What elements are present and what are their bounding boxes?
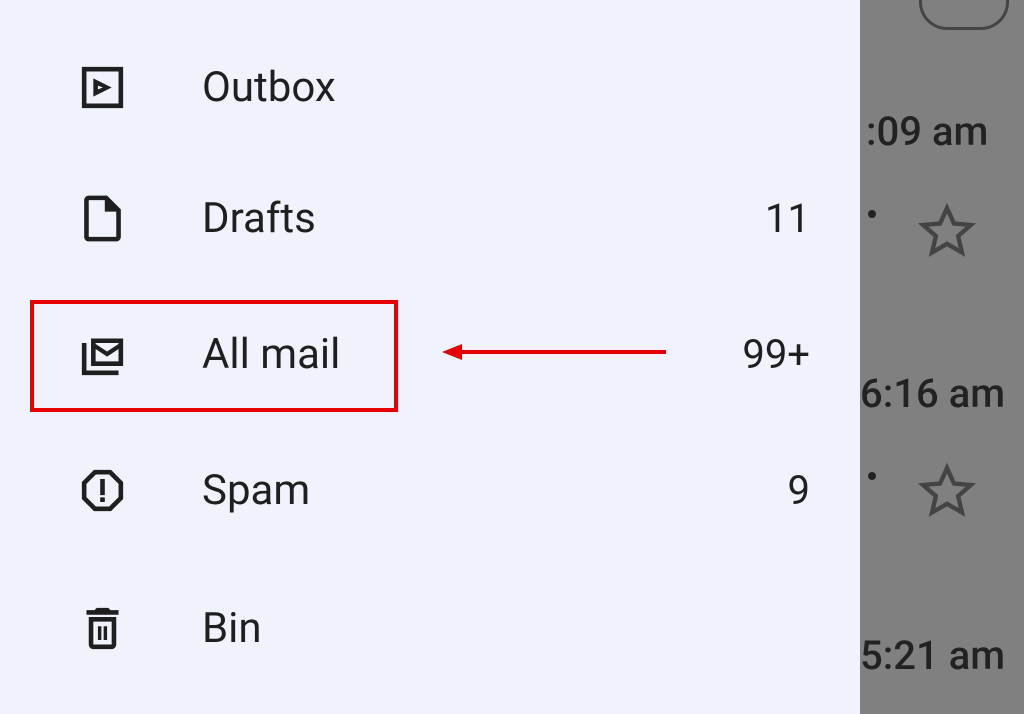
all-mail-icon xyxy=(75,327,130,382)
email-time-1: :09 am xyxy=(866,108,988,155)
dot xyxy=(868,472,876,480)
sidebar-item-all-mail[interactable]: All mail 99+ xyxy=(0,298,860,410)
drafts-icon xyxy=(75,191,130,246)
navigation-sidebar: Outbox Drafts 11 All mail 99+ Spam 9 Bin xyxy=(0,0,860,714)
sidebar-item-count: 11 xyxy=(765,195,810,242)
sidebar-item-label: All mail xyxy=(202,330,742,379)
dimmed-background: :09 am 6:16 am 5:21 am xyxy=(860,0,1024,714)
button-fragment xyxy=(919,0,1009,30)
sidebar-item-bin[interactable]: Bin xyxy=(0,572,860,684)
email-time-2: 6:16 am xyxy=(860,370,1005,417)
sidebar-item-label: Bin xyxy=(202,604,810,653)
spam-icon xyxy=(75,463,130,518)
outbox-icon xyxy=(75,60,130,115)
sidebar-item-spam[interactable]: Spam 9 xyxy=(0,434,860,546)
sidebar-item-drafts[interactable]: Drafts 11 xyxy=(0,162,860,274)
star-icon[interactable] xyxy=(918,202,976,260)
sidebar-item-label: Drafts xyxy=(202,194,765,243)
star-icon[interactable] xyxy=(918,462,976,520)
dot xyxy=(868,210,876,218)
sidebar-item-outbox[interactable]: Outbox xyxy=(0,25,860,150)
bin-icon xyxy=(75,601,130,656)
sidebar-item-count: 99+ xyxy=(742,331,810,378)
email-time-3: 5:21 am xyxy=(860,632,1005,679)
sidebar-item-label: Outbox xyxy=(202,63,810,112)
sidebar-item-count: 9 xyxy=(788,467,810,514)
sidebar-item-label: Spam xyxy=(202,466,788,515)
